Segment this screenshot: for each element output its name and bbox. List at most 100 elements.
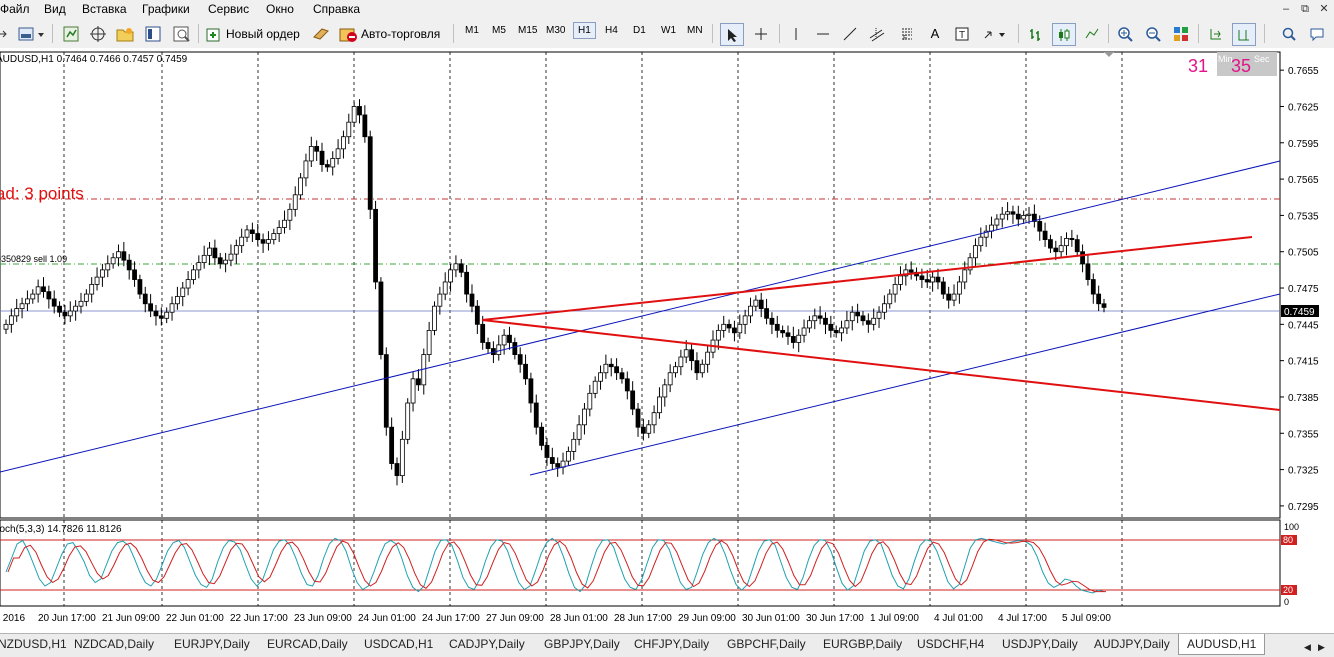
candle-body-bull (330, 158, 336, 168)
horizontal-line-icon[interactable] (812, 23, 834, 44)
tile-windows-icon[interactable] (1170, 23, 1192, 44)
chart-shift-icon[interactable] (1232, 23, 1256, 46)
fibonacci-icon[interactable]: F (896, 23, 918, 44)
menu-insert[interactable]: Вставка (82, 2, 127, 16)
timeframe-m1[interactable]: M1 (465, 25, 479, 36)
stoch-axis-0: 0 (1284, 597, 1289, 607)
terminal-icon[interactable] (142, 23, 164, 44)
price-chart[interactable]: 0.7459 0.76550.76250.75950.75650.75350.7… (0, 48, 1334, 635)
close-icon[interactable]: ✕ (1316, 2, 1332, 16)
tab-nzdusd-h1[interactable]: NZDUSD,H1 (0, 634, 67, 654)
candle-body-bear (217, 257, 223, 265)
new-chart-icon[interactable] (16, 23, 46, 44)
menu-file[interactable]: Файл (0, 2, 30, 16)
timeframe-h4[interactable]: H4 (605, 25, 618, 36)
candle-body-bull (699, 363, 705, 374)
timeframe-h1[interactable]: H1 (573, 22, 596, 39)
candle-body-bull (1026, 213, 1032, 216)
chart-window[interactable]: 0.7459 0.7655 0.7625 0.7595 0.7565 0.7535 0.7… (0, 48, 1334, 635)
timer-sec-label: Sec (1254, 54, 1270, 64)
candle-body-bull (223, 259, 229, 265)
tab-audjpy-daily[interactable]: AUDJPY,Daily (1094, 634, 1170, 654)
vertical-line-icon[interactable] (785, 23, 807, 44)
minimize-icon[interactable]: – (1278, 2, 1294, 16)
tab-usdchf-h4[interactable]: USDCHF,H4 (917, 634, 984, 654)
tab-eurcad-daily[interactable]: EURCAD,Daily (267, 634, 348, 654)
candle-body-bear (533, 402, 539, 428)
candle-body-bear (416, 378, 421, 386)
candle-body-bear (940, 281, 946, 295)
menu-view[interactable]: Вид (44, 2, 66, 16)
candle-body-bull (812, 315, 818, 322)
bar-chart-icon[interactable] (1025, 23, 1047, 44)
menu-help[interactable]: Справка (313, 2, 360, 16)
navigator-icon[interactable] (87, 23, 109, 44)
tab-audusd-h1[interactable]: AUDUSD,H1 (1178, 634, 1266, 655)
arrows-dropdown-icon[interactable] (980, 23, 1010, 44)
tab-eurjpy-daily[interactable]: EURJPY,Daily (174, 634, 250, 654)
metaeditor-icon[interactable] (310, 23, 332, 44)
candle-body-bear (148, 303, 154, 312)
candle-body-bear (758, 299, 764, 310)
candle-body-bear (946, 293, 952, 301)
candle-body-bear (367, 136, 373, 210)
candle-body-bull (405, 402, 411, 440)
candlestick-chart-icon[interactable] (1052, 23, 1076, 46)
timeframe-mn[interactable]: MN (687, 25, 703, 36)
auto-trading-button[interactable]: Авто-торговля (338, 23, 446, 44)
candle-body-bear (153, 310, 159, 317)
autoscroll-icon[interactable] (1205, 23, 1227, 44)
candle-body-bear (383, 354, 389, 428)
tabs-scroll-left-icon[interactable]: ◀ (1304, 637, 1311, 657)
tab-chfjpy-daily[interactable]: CHFJPY,Daily (634, 634, 709, 654)
timeframe-m30[interactable]: M30 (546, 25, 565, 36)
tabs-scroll-right-icon[interactable]: ▶ (1318, 637, 1325, 657)
timeframe-m15[interactable]: M15 (518, 25, 537, 36)
chart-menu-arrow-icon[interactable] (0, 23, 10, 44)
chat-icon[interactable] (1306, 23, 1328, 44)
menu-charts[interactable]: Графики (142, 2, 190, 16)
strategy-tester-icon[interactable] (170, 23, 192, 44)
tab-usdjpy-daily[interactable]: USDJPY,Daily (1002, 634, 1078, 654)
candle-body-bull (796, 334, 802, 343)
restore-icon[interactable]: ⧉ (1297, 2, 1313, 16)
zoom-in-icon[interactable] (1114, 23, 1136, 44)
candle-body-bull (956, 281, 962, 295)
timeframe-m5[interactable]: M5 (492, 25, 506, 36)
candle-body-bull (989, 224, 994, 232)
auto-trading-icon (339, 28, 357, 42)
search-icon[interactable] (1278, 23, 1300, 44)
candle-body-bull (876, 311, 882, 319)
tab-cadjpy-daily[interactable]: CADJPY,Daily (449, 634, 525, 654)
tab-gbpjpy-daily[interactable]: GBPJPY,Daily (544, 634, 620, 654)
equidistant-channel-icon[interactable] (866, 23, 888, 44)
timeframe-d1[interactable]: D1 (633, 25, 646, 36)
tab-gbpchf-daily[interactable]: GBPCHF,Daily (727, 634, 806, 654)
tab-usdcad-h1[interactable]: USDCAD,H1 (364, 634, 433, 654)
market-watch-icon[interactable] (60, 23, 82, 44)
new-order-button[interactable]: Новый ордер (205, 23, 303, 44)
folder-star-icon[interactable] (113, 23, 137, 44)
menu-window[interactable]: Окно (266, 2, 294, 16)
candle (383, 347, 389, 436)
zoom-out-icon[interactable] (1142, 23, 1164, 44)
crosshair-icon[interactable] (750, 23, 772, 44)
timeframe-w1[interactable]: W1 (661, 25, 676, 36)
candle-body-bull (962, 269, 968, 283)
tab-eurgbp-daily[interactable]: EURGBP,Daily (823, 634, 902, 654)
text-label-icon[interactable]: T (951, 23, 973, 44)
cursor-icon[interactable] (720, 23, 744, 46)
text-tool-icon[interactable]: A (924, 23, 946, 44)
tab-nzdcad-daily[interactable]: NZDCAD,Daily (74, 634, 154, 654)
menu-tools[interactable]: Сервис (208, 2, 249, 16)
stoch-axis-80: 80 (1283, 535, 1293, 545)
line-chart-icon[interactable] (1081, 23, 1103, 44)
candle-body-bull (1021, 215, 1027, 220)
candle-body-bull (667, 372, 673, 386)
candle-body-bear (624, 378, 630, 392)
candle-body-bull (25, 298, 30, 305)
candle-body-bear (57, 305, 62, 313)
candle-body-bull (448, 269, 453, 283)
trendline-icon[interactable] (839, 23, 861, 44)
chart-info-text: AUDUSD,H1 0.7464 0.7466 0.7457 0.7459 (0, 54, 188, 65)
